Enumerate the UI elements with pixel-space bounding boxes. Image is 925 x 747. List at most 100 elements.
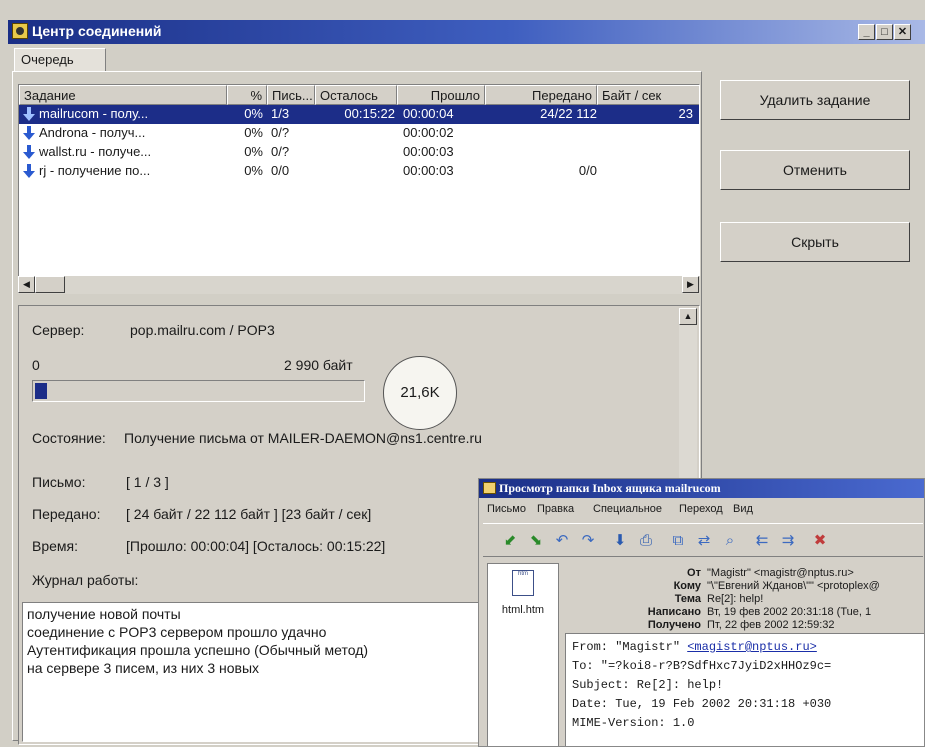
column-header-task[interactable]: Задание [19,85,227,105]
table-row[interactable]: wallst.ru - получе... 0% 0/? 00:00:03 [19,143,699,162]
cell-remaining: 00:15:22 [344,106,395,121]
scroll-thumb[interactable] [35,276,65,293]
previous-icon[interactable]: ⇇ [751,530,773,552]
download-icon[interactable]: ⬇ [609,530,631,552]
state-label: Состояние: [32,430,106,446]
column-header-remaining[interactable]: Осталось [315,85,397,105]
attachment-pane[interactable]: htm html.htm [487,563,559,746]
inbox-viewer-title: Просмотр папки Inbox ящика mailrucom [499,481,721,495]
scroll-left-arrow-icon[interactable]: ◀ [18,276,35,293]
column-header-percent[interactable]: % [227,85,267,105]
time-label: Время: [32,538,79,554]
cell-pct: 0% [244,163,263,178]
download-arrow-icon [23,126,35,140]
progress-max-label: 2 990 байт [284,357,353,373]
log-line: получение новой почты [27,606,181,622]
delete-task-button[interactable]: Удалить задание [720,80,910,120]
raw-to-line: To: "=?koi8-r?B?SdfHxc7JyiD2xHHOz9c= [572,659,832,673]
header-key: Тема [674,593,701,605]
reply-all-icon[interactable]: ↷ [577,530,599,552]
inbox-toolbar: ⬋ ⬊ ↶ ↷ ⬇ ⎙ ⧉ ⇄ ⌕ ⇇ ⇉ ✖ [483,523,923,557]
column-header-elapsed[interactable]: Прошло [397,85,485,105]
transferred-label: Передано: [32,506,101,522]
hide-button[interactable]: Скрыть [720,222,910,262]
log-line: на сервере 3 писем, из них 3 новых [27,660,260,676]
cancel-button[interactable]: Отменить [720,150,910,190]
cell-elapsed: 00:00:03 [403,163,454,178]
cell-pct: 0% [244,144,263,159]
folder-icon [483,482,496,494]
menu-edit[interactable]: Правка [537,503,574,515]
cell-letters: 0/? [271,125,290,140]
maximize-button[interactable]: □ [876,24,893,40]
column-header-letters[interactable]: Пись... [267,85,315,105]
download-arrow-icon [23,107,35,121]
download-arrow-icon [23,164,35,178]
app-icon [12,23,28,39]
raw-mime-line: MIME-Version: 1.0 [572,716,695,730]
menu-letter[interactable]: Письмо [487,503,526,515]
progress-fill [35,383,47,399]
cell-task: mailrucom - полу... [39,106,149,121]
minimize-button[interactable]: _ [858,24,875,40]
close-button[interactable]: ✕ [894,24,911,40]
html-file-icon[interactable]: htm [512,570,534,596]
cell-letters: 1/3 [271,106,290,121]
cell-task: Androna - получ... [39,125,146,140]
tab-queue[interactable]: Очередь [14,48,106,72]
download-arrow-icon [23,145,35,159]
header-value: Пт, 22 фев 2002 12:59:32 [707,619,835,631]
task-list[interactable]: Задание % Пись... Осталось Прошло Переда… [18,84,700,294]
search-icon[interactable]: ⌕ [719,530,741,552]
move-icon[interactable]: ⇄ [693,530,715,552]
next-icon[interactable]: ⇉ [777,530,799,552]
raw-subject-line: Subject: Re[2]: help! [572,678,724,692]
message-body[interactable]: From: "Magistr" <magistr@nptus.ru> To: "… [565,633,924,746]
menu-view[interactable]: Вид [733,503,753,515]
time-value: [Прошло: 00:00:04] [Осталось: 00:15:22] [126,538,386,554]
download-progress-bar [32,380,365,402]
log-line: Аутентификация прошла успешно (Обычный м… [27,642,369,658]
header-key: Получено [647,619,701,631]
cell-elapsed: 00:00:04 [403,106,454,121]
header-value: Вт, 19 фев 2002 20:31:18 (Tue, 1 [707,606,872,618]
header-key: Кому [673,580,701,592]
header-key: От [687,567,701,579]
cell-elapsed: 00:00:03 [403,144,454,159]
menu-special[interactable]: Специальное [593,503,662,515]
column-header-transferred[interactable]: Передано [485,85,597,105]
attachment-name: html.htm [501,604,545,616]
send-mail-icon[interactable]: ⬊ [525,530,547,552]
get-mail-icon[interactable]: ⬋ [499,530,521,552]
log-label: Журнал работы: [32,572,139,588]
inbox-viewer-titlebar[interactable]: Просмотр папки Inbox ящика mailrucom [479,479,924,498]
server-label: Сервер: [32,322,85,338]
delete-icon[interactable]: ✖ [809,530,831,552]
progress-min-label: 0 [32,357,40,373]
cell-letters: 0/? [271,144,290,159]
menu-go[interactable]: Переход [679,503,723,515]
list-horizontal-scrollbar[interactable]: ◀ ▶ [18,276,700,294]
state-value: Получение письма от MAILER-DAEMON@ns1.ce… [124,430,482,446]
log-textarea[interactable]: получение новой почты соединение с POP3 … [22,602,482,742]
scroll-up-arrow-icon[interactable]: ▲ [679,308,697,325]
reply-icon[interactable]: ↶ [551,530,573,552]
sender-email-link[interactable]: <magistr@nptus.ru> [687,640,817,654]
print-icon[interactable]: ⎙ [635,530,657,552]
table-row[interactable]: rj - получение по... 0% 0/0 00:00:03 0/0 [19,162,699,181]
table-row[interactable]: Androna - получ... 0% 0/? 00:00:02 [19,124,699,143]
table-row[interactable]: mailrucom - полу... 0% 1/3 00:15:22 00:00:04… [19,105,699,124]
scroll-right-arrow-icon[interactable]: ▶ [682,276,699,293]
raw-date-line: Date: Tue, 19 Feb 2002 20:31:18 +030 [572,697,832,711]
column-header-speed[interactable]: Байт / сек [597,85,699,105]
message-headers: От "Magistr" <magistr@nptus.ru> Кому "\"… [565,563,924,633]
cell-pct: 0% [244,125,263,140]
header-value: "\"Евгений Жданов\"" <protoplex@ [707,580,880,592]
copy-icon[interactable]: ⧉ [667,530,689,552]
cell-task: rj - получение по... [39,163,151,178]
cell-transferred: 0/0 [578,163,597,178]
inbox-viewer-window[interactable]: Просмотр папки Inbox ящика mailrucom Пис… [478,478,925,747]
log-line: соединение с POP3 сервером прошло удачно [27,624,327,640]
cell-elapsed: 00:00:02 [403,125,454,140]
letter-label: Письмо: [32,474,86,490]
